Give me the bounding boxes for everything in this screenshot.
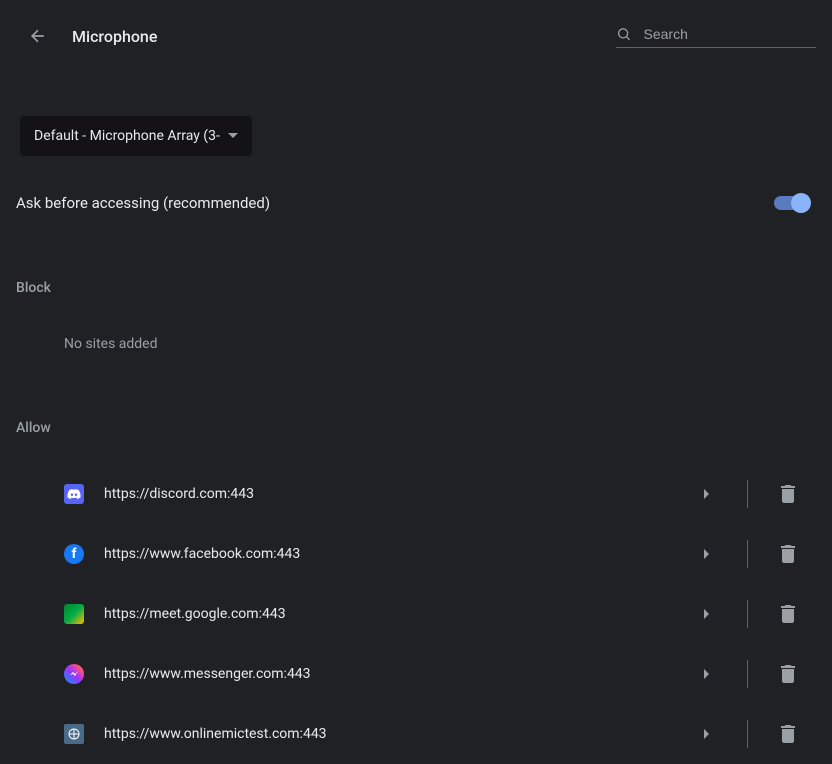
- delete-button[interactable]: [768, 714, 808, 754]
- chevron-down-icon: [228, 133, 238, 139]
- chevron-right-icon: [704, 609, 710, 619]
- trash-icon: [781, 545, 795, 563]
- expand-button[interactable]: [687, 534, 727, 574]
- google-meet-icon: [64, 604, 84, 624]
- mictest-icon: [64, 724, 84, 744]
- discord-icon: [64, 484, 84, 504]
- back-button[interactable]: [20, 18, 56, 54]
- chevron-right-icon: [704, 669, 710, 679]
- trash-icon: [781, 605, 795, 623]
- delete-button[interactable]: [768, 594, 808, 634]
- site-url: https://discord.com:443: [104, 486, 687, 502]
- arrow-left-icon: [28, 26, 48, 46]
- site-url: https://www.messenger.com:443: [104, 666, 687, 682]
- trash-icon: [781, 665, 795, 683]
- delete-button[interactable]: [768, 534, 808, 574]
- block-section-header: Block: [16, 280, 816, 296]
- site-row: https://meet.google.com:443: [16, 584, 816, 644]
- site-url: https://meet.google.com:443: [104, 606, 687, 622]
- allow-section-header: Allow: [16, 420, 816, 436]
- chevron-right-icon: [704, 729, 710, 739]
- site-url: https://www.onlinemictest.com:443: [104, 726, 687, 742]
- ask-setting-toggle[interactable]: [774, 196, 808, 210]
- expand-button[interactable]: [687, 654, 727, 694]
- expand-button[interactable]: [687, 594, 727, 634]
- facebook-icon: f: [64, 544, 84, 564]
- divider: [747, 660, 748, 688]
- search-container[interactable]: [616, 25, 816, 48]
- divider: [747, 720, 748, 748]
- block-empty-message: No sites added: [64, 336, 816, 352]
- trash-icon: [781, 485, 795, 503]
- site-row: https://www.onlinemictest.com:443: [16, 704, 816, 764]
- messenger-icon: [64, 664, 84, 684]
- delete-button[interactable]: [768, 654, 808, 694]
- chevron-right-icon: [704, 489, 710, 499]
- site-row: https://discord.com:443: [16, 464, 816, 524]
- site-url: https://www.facebook.com:443: [104, 546, 687, 562]
- site-row: https://www.messenger.com:443: [16, 644, 816, 704]
- chevron-right-icon: [704, 549, 710, 559]
- search-input[interactable]: [644, 26, 816, 42]
- search-icon: [616, 25, 632, 43]
- page-title: Microphone: [72, 27, 616, 46]
- allow-site-list: https://discord.com:443 f https://www.fa…: [16, 464, 816, 764]
- divider: [747, 540, 748, 568]
- trash-icon: [781, 725, 795, 743]
- expand-button[interactable]: [687, 474, 727, 514]
- toggle-thumb: [791, 193, 811, 213]
- site-row: f https://www.facebook.com:443: [16, 524, 816, 584]
- device-selected-text: Default - Microphone Array (3-: [34, 128, 220, 144]
- device-dropdown[interactable]: Default - Microphone Array (3-: [20, 116, 252, 156]
- ask-setting-label: Ask before accessing (recommended): [16, 194, 270, 212]
- expand-button[interactable]: [687, 714, 727, 754]
- ask-before-accessing-row: Ask before accessing (recommended): [16, 194, 816, 212]
- delete-button[interactable]: [768, 474, 808, 514]
- divider: [747, 600, 748, 628]
- divider: [747, 480, 748, 508]
